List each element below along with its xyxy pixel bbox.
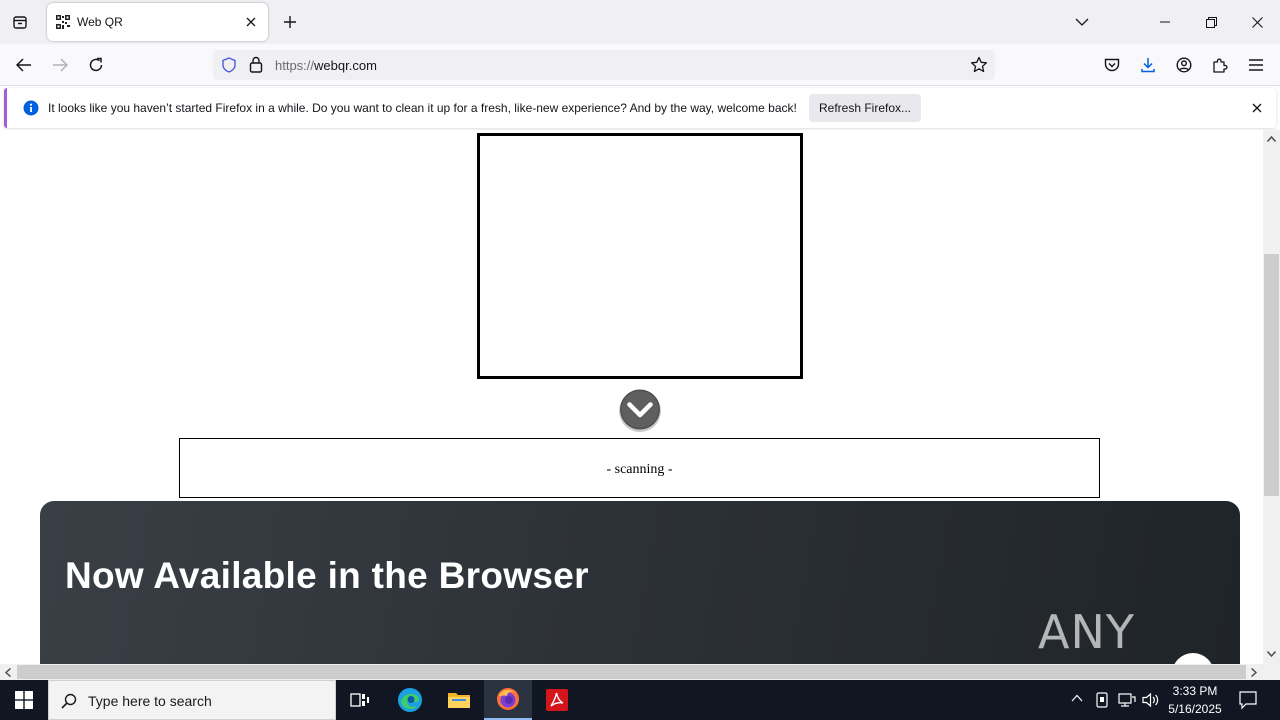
tab-title: Web QR [77, 15, 123, 29]
edge-browser-icon[interactable] [386, 680, 434, 720]
list-all-tabs-chevron-icon[interactable] [1072, 12, 1092, 32]
expand-chevron-icon[interactable] [618, 388, 662, 432]
info-icon [23, 100, 39, 116]
refresh-firefox-notification: It looks like you haven’t started Firefo… [4, 88, 1276, 128]
vertical-scroll-thumb[interactable] [1264, 254, 1279, 496]
notification-message: It looks like you haven’t started Firefo… [48, 101, 797, 115]
scan-result-box: - scanning - [179, 438, 1100, 498]
url-scheme: https:// [275, 58, 315, 73]
scroll-left-arrow-icon[interactable] [5, 668, 11, 677]
tab-web-qr[interactable]: Web QR [47, 3, 268, 41]
windows-taskbar: Type here to search [0, 680, 1280, 720]
windows-start-icon[interactable] [0, 680, 48, 720]
back-arrow-icon[interactable] [10, 51, 38, 79]
show-hidden-icons-chevron[interactable] [1071, 694, 1083, 702]
account-icon[interactable] [1170, 51, 1198, 79]
search-magnifier-icon [61, 693, 77, 709]
anyrun-watermark: ANY RUN [1038, 605, 1140, 664]
scroll-down-arrow-icon[interactable] [1267, 651, 1276, 657]
notification-close-icon[interactable] [1249, 100, 1265, 116]
volume-icon[interactable] [1142, 692, 1160, 708]
url-host: webqr.com [314, 58, 377, 73]
minimize-window-icon[interactable] [1142, 0, 1188, 44]
acrobat-reader-icon[interactable] [533, 680, 581, 720]
url-bar[interactable]: https://webqr.com [213, 50, 995, 80]
page-content: - scanning - Now Available in the Browse… [0, 130, 1263, 664]
clock-time[interactable]: 3:33 PM [1166, 684, 1224, 698]
banner-title: Now Available in the Browser [65, 555, 589, 596]
search-placeholder: Type here to search [88, 693, 212, 709]
firefox-taskbar-icon[interactable] [484, 680, 532, 720]
taskbar-search-box[interactable]: Type here to search [48, 680, 336, 720]
scrollbar-corner [1263, 664, 1280, 680]
bookmark-star-icon[interactable] [970, 56, 988, 74]
hamburger-menu-icon[interactable] [1242, 51, 1270, 79]
network-icon[interactable] [1118, 692, 1136, 708]
qr-scanner-video-frame [477, 133, 803, 379]
tracking-protection-shield-icon[interactable] [221, 57, 237, 73]
action-center-icon[interactable] [1238, 690, 1258, 710]
pocket-icon[interactable] [1098, 51, 1126, 79]
tab-strip: Web QR [0, 0, 1280, 44]
restore-window-icon[interactable] [1188, 0, 1234, 44]
promo-banner: Now Available in the Browser ANY RUN [40, 501, 1240, 664]
file-explorer-icon[interactable] [435, 680, 483, 720]
device-tray-icon[interactable] [1095, 692, 1109, 708]
reload-icon[interactable] [82, 51, 110, 79]
extensions-puzzle-icon[interactable] [1206, 51, 1234, 79]
refresh-firefox-button[interactable]: Refresh Firefox... [809, 94, 921, 122]
scroll-right-arrow-icon[interactable] [1251, 668, 1257, 677]
scan-status-text: - scanning - [606, 462, 673, 477]
horizontal-scroll-thumb[interactable] [17, 665, 1246, 679]
task-view-icon[interactable] [336, 680, 384, 720]
scroll-up-arrow-icon[interactable] [1267, 136, 1276, 142]
tab-list-icon[interactable] [8, 10, 32, 34]
navigation-toolbar: https://webqr.com [0, 44, 1280, 86]
close-window-icon[interactable] [1234, 0, 1280, 44]
url-text: https://webqr.com [275, 58, 377, 73]
tab-close-icon[interactable] [243, 14, 259, 30]
qr-favicon-icon [56, 15, 70, 29]
downloads-icon[interactable] [1134, 51, 1162, 79]
forward-arrow-icon[interactable] [46, 51, 74, 79]
padlock-icon[interactable] [249, 56, 263, 73]
clock-date[interactable]: 5/16/2025 [1163, 702, 1227, 716]
new-tab-icon[interactable] [280, 12, 300, 32]
